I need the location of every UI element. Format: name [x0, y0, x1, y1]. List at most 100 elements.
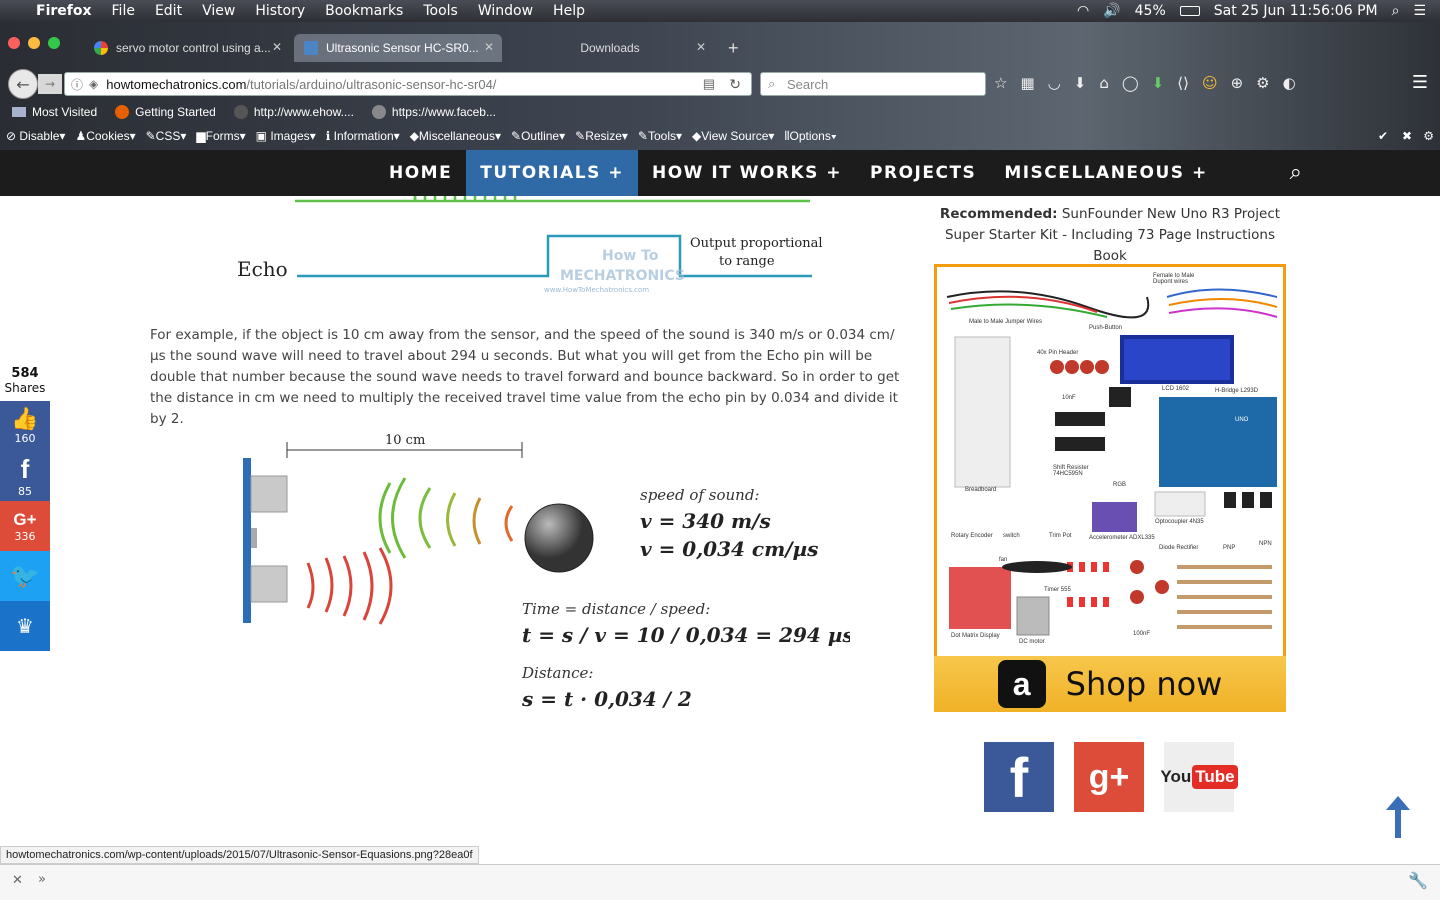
reload-icon[interactable]: ↻ — [729, 76, 741, 93]
battery-percent[interactable]: 45% — [1135, 3, 1166, 19]
home-icon[interactable]: ⌂ — [1099, 74, 1109, 92]
sumome-share-button[interactable]: ♛ — [0, 601, 50, 651]
nav-miscellaneous[interactable]: MISCELLANEOUS + — [990, 150, 1221, 196]
dev-images[interactable]: ▣ Images▾ — [256, 129, 316, 143]
tab-servo[interactable]: servo motor control using a... ✕ — [84, 34, 290, 62]
addon-bar: ✕ » 🔧 — [0, 864, 1440, 900]
bookmark-getting-started[interactable]: Getting Started — [115, 105, 216, 119]
site-search-icon[interactable]: ⌕ — [1290, 160, 1302, 185]
dev-forms[interactable]: ▆Forms▾ — [196, 129, 245, 143]
web-developer-toolbar: ⊘ Disable▾ ♟Cookies▾ ✎CSS▾ ▆Forms▾ ▣ Ima… — [0, 125, 1440, 147]
close-bar-icon[interactable]: ✕ — [12, 873, 23, 888]
back-button[interactable]: ← — [8, 69, 38, 99]
dev-options[interactable]: ⫴Options▾ — [784, 129, 836, 144]
nav-projects[interactable]: PROJECTS — [856, 150, 990, 196]
nav-home[interactable]: HOME — [375, 150, 466, 196]
dev-cookies[interactable]: ♟Cookies▾ — [75, 129, 135, 143]
google-plus-link-icon[interactable]: g+ — [1074, 742, 1144, 812]
speed-title: speed of sound: — [640, 486, 759, 504]
search-input[interactable]: ⌕ Search — [760, 72, 986, 96]
forward-button[interactable]: → — [38, 74, 62, 94]
facebook-link-icon[interactable]: f — [984, 742, 1054, 812]
dev-resize[interactable]: ✎Resize▾ — [575, 129, 628, 143]
like-share-button[interactable]: 👍 160 — [0, 401, 50, 451]
twitter-share-button[interactable]: 🐦 — [0, 551, 50, 601]
menu-help[interactable]: Help — [543, 3, 595, 19]
menu-hamburger-icon[interactable]: ☰ — [1412, 72, 1428, 93]
echo-label: Echo — [237, 257, 288, 281]
dev-view-source[interactable]: ◆View Source▾ — [692, 129, 774, 143]
recommended-text[interactable]: Recommended: SunFounder New Uno R3 Proje… — [934, 204, 1286, 267]
sensor-receiver — [250, 565, 288, 603]
watermark-mechatronics: MECHATRONICS — [560, 268, 685, 284]
expand-bar-icon[interactable]: » — [38, 872, 46, 887]
chat-icon[interactable]: ◯ — [1122, 74, 1139, 92]
dev-tools[interactable]: ✎Tools▾ — [638, 129, 682, 143]
google-plus-share-button[interactable]: G+ 336 — [0, 501, 50, 551]
app-menu[interactable]: Firefox — [26, 3, 102, 19]
tab-ultrasonic[interactable]: Ultrasonic Sensor HC-SR0... ✕ — [294, 34, 502, 62]
outgoing-waves — [378, 477, 514, 559]
spotlight-icon[interactable]: ⌕ — [1392, 3, 1400, 19]
reader-view-icon[interactable]: ▤ — [703, 76, 715, 92]
notification-icon[interactable]: ☰ — [1413, 3, 1426, 19]
settings-icon[interactable]: ⚙ — [1423, 129, 1434, 143]
watermark-howto: How To — [602, 248, 659, 264]
bookmark-ehow[interactable]: http://www.ehow.... — [233, 105, 354, 119]
close-tab-icon[interactable]: ✕ — [484, 40, 494, 54]
new-tab-button[interactable]: + — [718, 34, 749, 62]
kit-labels: Female to Male Dupont wires Male to Male… — [951, 273, 1272, 645]
minimize-window-button[interactable] — [28, 37, 40, 49]
bookmark-facebook[interactable]: https://www.faceb... — [371, 105, 496, 119]
bookmark-star-icon[interactable]: ☆ — [994, 74, 1007, 92]
url-bar[interactable]: ⓘ ◈ howtomechatronics.com /tutorials/ard… — [64, 72, 752, 96]
wifi-icon[interactable]: ◠ — [1077, 3, 1089, 19]
wrench-icon[interactable]: 🔧 — [1408, 871, 1428, 890]
facebook-share-button[interactable]: f 85 — [0, 451, 50, 501]
close-icon[interactable]: ✖ — [1402, 129, 1412, 143]
youtube-link-icon[interactable]: You Tube — [1160, 742, 1238, 812]
menu-window[interactable]: Window — [468, 3, 543, 19]
pocket-icon[interactable]: ◡ — [1048, 74, 1061, 92]
downloads-icon[interactable]: ⬇ — [1074, 74, 1087, 92]
dev-information[interactable]: ℹ Information▾ — [326, 129, 400, 143]
nav-how-it-works[interactable]: HOW IT WORKS + — [638, 150, 856, 196]
bookmark-most-visited[interactable]: Most Visited — [12, 105, 97, 119]
scroll-to-top-icon[interactable] — [1386, 796, 1410, 838]
dev-tools-icon[interactable]: ⟨⟩ — [1177, 74, 1189, 92]
shop-now-button[interactable]: a Shop now — [934, 656, 1286, 712]
share-bar: 584 Shares 👍 160 f 85 G+ 336 🐦 ♛ — [0, 366, 50, 651]
close-tab-icon[interactable]: ✕ — [696, 40, 706, 54]
menu-tools[interactable]: Tools — [413, 3, 468, 19]
greasemonkey-icon[interactable]: ☺ — [1202, 74, 1218, 92]
navigation-toolbar: ← → ⓘ ◈ howtomechatronics.com /tutorials… — [0, 66, 1440, 100]
distance-label: 10 cm — [385, 433, 425, 448]
battery-icon[interactable] — [1179, 6, 1200, 16]
starter-kit-image[interactable]: Female to Male Dupont wires Male to Male… — [934, 264, 1286, 708]
addon-download-icon[interactable]: ⬇ — [1152, 74, 1165, 92]
tab-downloads[interactable]: Downloads ✕ — [506, 34, 714, 62]
globe-icon[interactable]: ⊕ — [1231, 74, 1244, 92]
menu-view[interactable]: View — [192, 3, 245, 19]
dev-outline[interactable]: ✎Outline▾ — [511, 129, 565, 143]
menu-history[interactable]: History — [245, 3, 315, 19]
check-icon[interactable]: ✔ — [1378, 129, 1388, 143]
volume-icon[interactable]: 🔊 — [1103, 3, 1120, 19]
close-window-button[interactable] — [8, 37, 20, 49]
menu-file[interactable]: File — [102, 3, 145, 19]
folder-icon — [12, 107, 26, 117]
info-icon[interactable]: ⓘ — [71, 76, 83, 93]
menu-edit[interactable]: Edit — [145, 3, 192, 19]
bookmarks-list-icon[interactable]: ▦ — [1020, 74, 1034, 92]
dev-miscellaneous[interactable]: ◆Miscellaneous▾ — [410, 129, 501, 143]
dev-disable[interactable]: ⊘ Disable▾ — [6, 129, 65, 143]
shield-icon[interactable]: ◈ — [89, 77, 98, 91]
dev-css[interactable]: ✎CSS▾ — [146, 129, 187, 143]
ghostery-icon[interactable]: ◐ — [1283, 74, 1296, 92]
addon-icon[interactable]: ⚙ — [1256, 74, 1269, 92]
close-tab-icon[interactable]: ✕ — [272, 40, 282, 54]
clock[interactable]: Sat 25 Jun 11:56:06 PM — [1214, 3, 1378, 19]
menu-bookmarks[interactable]: Bookmarks — [315, 3, 413, 19]
zoom-window-button[interactable] — [48, 37, 60, 49]
nav-tutorials[interactable]: TUTORIALS + — [466, 150, 638, 196]
